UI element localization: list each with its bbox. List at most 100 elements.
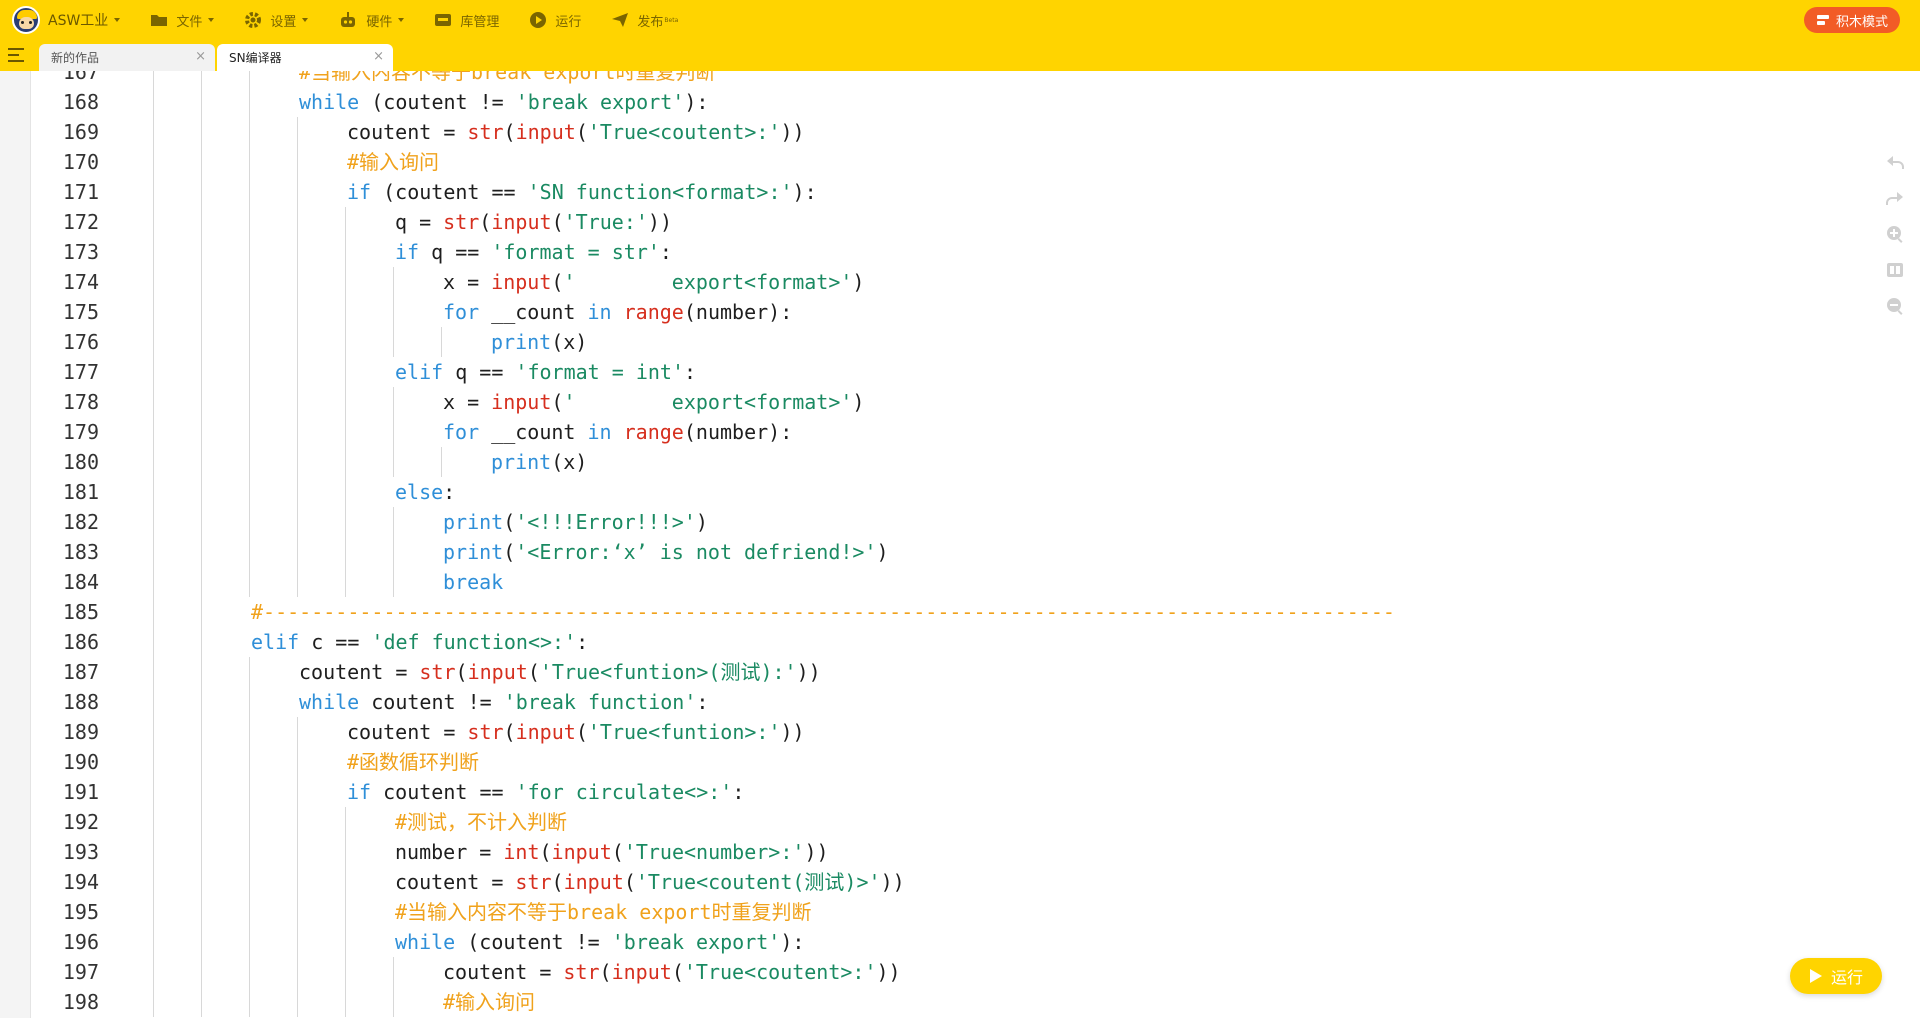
robot-icon (341, 12, 356, 27)
indent-guide (153, 117, 154, 147)
code-line[interactable]: 175 for __count in range(number): (31, 297, 1881, 327)
blocks-icon (1816, 15, 1829, 25)
code-line[interactable]: 168 while (coutent != 'break export'): (31, 87, 1881, 117)
code-line[interactable]: 188 while coutent != 'break function': (31, 687, 1881, 717)
zoom-in-icon[interactable] (1884, 223, 1906, 245)
indent-guide (201, 507, 202, 537)
code-lines[interactable]: 167 #当输入内容不等于break export时重复判断 168 while (c… (31, 71, 1881, 1017)
code-line[interactable]: 184 break (31, 567, 1881, 597)
indent-guide (153, 267, 154, 297)
reset-view-icon[interactable] (1884, 259, 1906, 281)
code-line[interactable]: 178 x = input(' export<format>') (31, 387, 1881, 417)
indent-guide (249, 507, 250, 537)
code-line[interactable]: 186 elif c == 'def function<>:': (31, 627, 1881, 657)
code-line[interactable]: 172 q = str(input('True:')) (31, 207, 1881, 237)
code-line[interactable]: 169 coutent = str(input('True<coutent>:')… (31, 117, 1881, 147)
code-token: : (576, 630, 589, 654)
redo-icon[interactable] (1884, 187, 1906, 209)
indent-guide (297, 117, 298, 147)
menu-settings[interactable]: 设置 (244, 0, 309, 40)
code-line[interactable]: 192 #测试，不计入判断 (31, 807, 1881, 837)
indent-guide (153, 807, 154, 837)
line-number: 182 (62, 510, 99, 534)
code-token: (number): (683, 300, 793, 324)
indent-guide (201, 957, 202, 987)
code-line[interactable]: 176 print(x) (31, 327, 1881, 357)
code-token: ( (671, 960, 684, 984)
code-line[interactable]: 198 #输入询问 (31, 987, 1881, 1017)
beta-badge: Beta (664, 16, 679, 24)
code-line[interactable]: 174 x = input(' export<format>') (31, 267, 1881, 297)
tab-sn-compiler[interactable]: SN编译器 × (217, 44, 393, 71)
code-line[interactable]: 185 #------------------------------------… (31, 597, 1881, 627)
indent-guide (297, 237, 298, 267)
indent-guide (153, 597, 154, 627)
code-token: ( (551, 390, 564, 414)
code-line[interactable]: 189 coutent = str(input('True<funtion>:')… (31, 717, 1881, 747)
code-line[interactable]: 173 if q == 'format = str': (31, 237, 1881, 267)
indent-guide (249, 117, 250, 147)
menu-library[interactable]: 库管理 (434, 0, 499, 40)
code-token: print (491, 330, 552, 354)
code-editor[interactable]: 167 #当输入内容不等于break export时重复判断 168 while (c… (0, 71, 1920, 1018)
indent-guide (201, 717, 202, 747)
code-line[interactable]: 194 coutent = str(input('True<coutent(测试)… (31, 867, 1881, 897)
indent-guide (249, 237, 250, 267)
tab-new-work[interactable]: 新的作品 × (39, 44, 215, 71)
menu-run[interactable]: 运行 (529, 0, 581, 40)
code-line[interactable]: 196 while (coutent != 'break export'): (31, 927, 1881, 957)
indent-guide (249, 867, 250, 897)
run-button[interactable]: 运行 (1790, 958, 1882, 994)
indent-guide (345, 207, 346, 237)
indent-guide (297, 267, 298, 297)
zoom-out-icon[interactable] (1884, 295, 1906, 317)
code-token: 'break export' (611, 930, 781, 954)
code-line[interactable]: 191 if coutent == 'for circulate<>:': (31, 777, 1881, 807)
code-token: #输入询问 (443, 990, 536, 1014)
line-number: 191 (62, 780, 99, 804)
code-token: while (299, 90, 360, 114)
indent-guide (297, 327, 298, 357)
code-line[interactable]: 171 if (coutent == 'SN function<format>:'… (31, 177, 1881, 207)
menu-toggle-icon[interactable] (8, 48, 24, 62)
code-line[interactable]: 190 #函数循环判断 (31, 747, 1881, 777)
indent-guide (297, 897, 298, 927)
code-line[interactable]: 179 for __count in range(number): (31, 417, 1881, 447)
code-token: ( (503, 120, 516, 144)
undo-icon[interactable] (1884, 151, 1906, 173)
code-token: (number): (683, 420, 793, 444)
menu-file[interactable]: 文件 (150, 0, 215, 40)
code-line[interactable]: 195 #当输入内容不等于break export时重复判断 (31, 897, 1881, 927)
close-icon[interactable]: × (373, 49, 384, 64)
indent-guide (201, 867, 202, 897)
line-number: 175 (62, 300, 99, 324)
code-line[interactable]: 182 print('<!!!Error!!!>') (31, 507, 1881, 537)
code-token: 'True<coutent>:' (587, 120, 781, 144)
indent-guide (345, 807, 346, 837)
code-line[interactable]: 167 #当输入内容不等于break export时重复判断 (31, 71, 1881, 87)
indent-guide (345, 897, 346, 927)
code-token: input (515, 120, 576, 144)
indent-guide (201, 747, 202, 777)
code-line[interactable]: 181 else: (31, 477, 1881, 507)
app-menu[interactable]: ASW工业 (12, 0, 121, 40)
code-line[interactable]: 177 elif q == 'format = int': (31, 357, 1881, 387)
code-line[interactable]: 197 coutent = str(input('True<coutent>:')… (31, 957, 1881, 987)
close-icon[interactable]: × (195, 49, 206, 64)
menu-publish[interactable]: 发布 Beta (611, 0, 678, 40)
indent-guide (345, 927, 346, 957)
indent-guide (249, 267, 250, 297)
code-token: ) (876, 540, 889, 564)
code-line[interactable]: 170 #输入询问 (31, 147, 1881, 177)
indent-guide (201, 927, 202, 957)
code-line[interactable]: 193 number = int(input('True<number>:')) (31, 837, 1881, 867)
code-line[interactable]: 183 print('<Error:‘x’ is not defriend!>') (31, 537, 1881, 567)
menu-hardware[interactable]: 硬件 (338, 0, 405, 40)
code-token: ( (527, 660, 540, 684)
indent-guide (297, 987, 298, 1017)
indent-guide (201, 807, 202, 837)
code-token: 'SN function<format>:' (527, 180, 793, 204)
block-mode-button[interactable]: 积木模式 (1804, 7, 1900, 33)
code-line[interactable]: 180 print(x) (31, 447, 1881, 477)
code-line[interactable]: 187 coutent = str(input('True<funtion>(测试… (31, 657, 1881, 687)
